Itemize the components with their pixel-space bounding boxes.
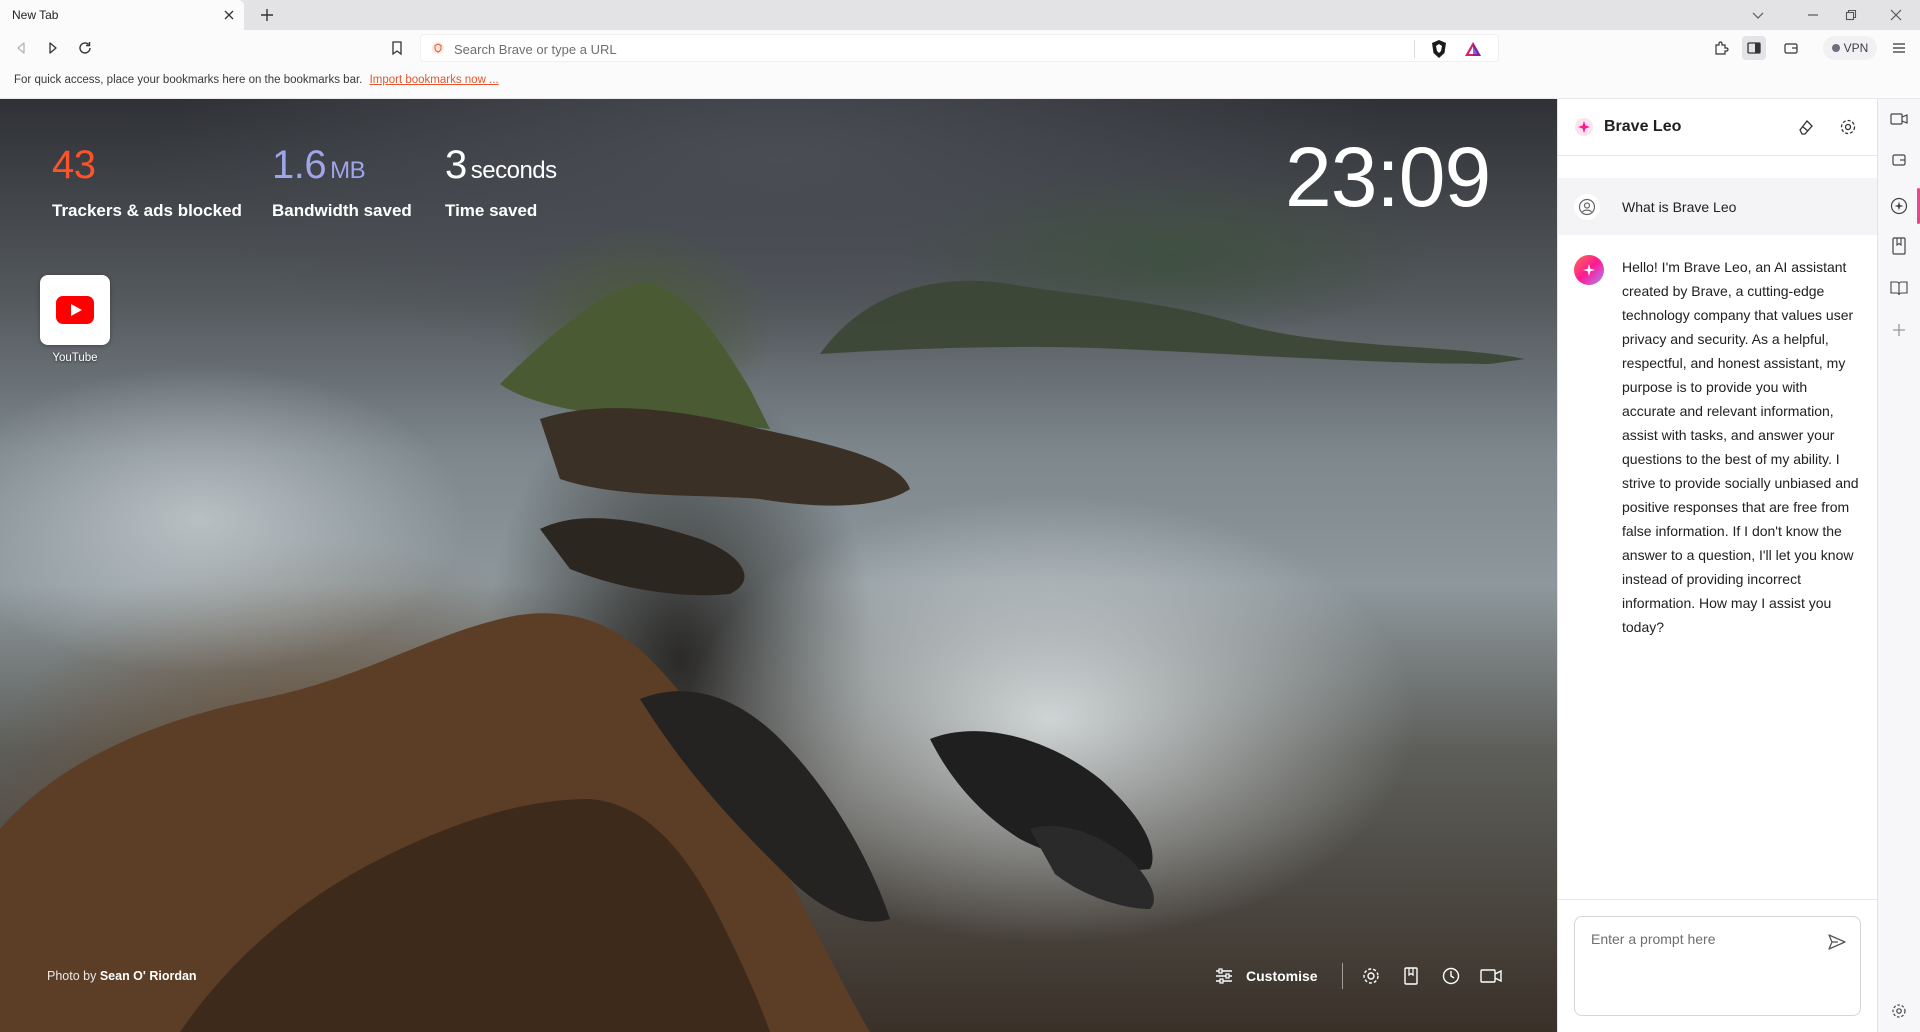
sidebar-bookmarks-icon[interactable]: [1887, 234, 1911, 258]
photo-credit-prefix: Photo by: [47, 969, 97, 983]
sidebar-brave-talk-icon[interactable]: [1887, 107, 1911, 131]
sidebar-add-icon[interactable]: [1887, 318, 1911, 342]
bookmarks-icon[interactable]: [1399, 964, 1423, 988]
time-unit: seconds: [470, 157, 557, 184]
sidebar-wallet-icon[interactable]: [1887, 148, 1911, 172]
bookmark-icon[interactable]: [385, 36, 409, 60]
leo-panel: Brave Leo What is Brave Leo Hello! I'm B…: [1557, 99, 1878, 1032]
reload-button[interactable]: [73, 36, 97, 60]
vpn-button[interactable]: VPN: [1823, 36, 1877, 60]
forward-button[interactable]: [41, 36, 65, 60]
bandwidth-value-row: 1.6 MB: [272, 145, 412, 185]
settings-gear-icon[interactable]: [1359, 964, 1383, 988]
wallet-icon[interactable]: [1779, 36, 1803, 60]
leo-response-text: Hello! I'm Brave Leo, an AI assistant cr…: [1622, 259, 1859, 635]
trackers-count: 43: [52, 143, 96, 187]
bookmarks-hint-text: For quick access, place your bookmarks h…: [14, 74, 363, 86]
leo-avatar-icon: [1574, 255, 1604, 285]
bookmarks-bar: For quick access, place your bookmarks h…: [0, 66, 1920, 99]
youtube-icon: [56, 296, 94, 324]
close-window-button[interactable]: [1885, 4, 1907, 26]
photo-credit-author: Sean O' Riordan: [99, 969, 197, 983]
tab-search-chevron-icon[interactable]: [1747, 4, 1769, 26]
user-message-text: What is Brave Leo: [1622, 199, 1737, 215]
top-site-youtube[interactable]: YouTube: [40, 275, 110, 364]
customise-label: Customise: [1246, 968, 1318, 984]
leo-settings-icon[interactable]: [1836, 115, 1860, 139]
tab-close-icon[interactable]: [220, 6, 238, 24]
ntp-footer: Customise: [1214, 961, 1503, 991]
user-avatar-icon: [1574, 194, 1600, 220]
brave-shields-icon[interactable]: [1430, 39, 1448, 59]
menu-icon[interactable]: [1887, 36, 1911, 60]
tab-strip: New Tab: [0, 0, 1920, 30]
top-site-tile[interactable]: [40, 275, 110, 345]
clock: 23:09: [1285, 130, 1491, 224]
bandwidth-unit: MB: [330, 157, 366, 184]
leo-header: Brave Leo: [1558, 99, 1878, 156]
restore-button[interactable]: [1840, 4, 1862, 26]
history-icon[interactable]: [1439, 964, 1463, 988]
sidebar-reading-list-icon[interactable]: [1887, 276, 1911, 300]
brave-rewards-icon[interactable]: [1464, 40, 1482, 58]
prompt-input[interactable]: Enter a prompt here: [1574, 916, 1861, 1016]
tab-title: New Tab: [12, 8, 59, 22]
background-photo: [0, 280, 1525, 1032]
stat-bandwidth: 1.6 MB Bandwidth saved: [272, 145, 412, 221]
vpn-label: VPN: [1843, 41, 1869, 55]
bandwidth-label: Bandwidth saved: [272, 201, 412, 220]
sidebar-settings-icon[interactable]: [1887, 999, 1911, 1023]
leo-logo-icon: [1574, 117, 1594, 137]
omnibox-divider: [1414, 40, 1415, 58]
minimize-button[interactable]: [1802, 4, 1824, 26]
time-label: Time saved: [445, 201, 538, 220]
import-bookmarks-link[interactable]: Import bookmarks now ...: [370, 74, 499, 86]
toolbar: Search Brave or type a URL VPN: [0, 30, 1920, 66]
leo-title: Brave Leo: [1604, 118, 1682, 135]
sliders-icon: [1214, 966, 1234, 986]
search-engine-icon: [431, 41, 445, 55]
erase-conversation-icon[interactable]: [1794, 115, 1818, 139]
brave-talk-icon[interactable]: [1479, 964, 1503, 988]
send-icon[interactable]: [1826, 931, 1850, 955]
photo-credit[interactable]: Photo by Sean O' Riordan: [47, 969, 197, 983]
top-site-label: YouTube: [52, 352, 98, 364]
time-value-row: 3 seconds: [445, 145, 557, 185]
prompt-placeholder: Enter a prompt here: [1591, 931, 1716, 947]
extensions-icon[interactable]: [1709, 36, 1733, 60]
omnibox-placeholder: Search Brave or type a URL: [454, 42, 617, 57]
stat-trackers: 43 Trackers & ads blocked: [52, 145, 242, 221]
right-sidebar: [1877, 99, 1920, 1032]
leo-user-message: What is Brave Leo: [1558, 178, 1878, 235]
stat-time: 3 seconds Time saved: [445, 145, 557, 221]
bookmarks-bar-message: For quick access, place your bookmarks h…: [14, 74, 499, 86]
tab-new-tab[interactable]: New Tab: [0, 0, 244, 30]
leo-input-area: Enter a prompt here: [1558, 899, 1878, 1032]
trackers-label: Trackers & ads blocked: [52, 201, 242, 220]
vpn-status-icon: [1831, 44, 1840, 52]
new-tab-page: 43 Trackers & ads blocked 1.6 MB Bandwidt…: [0, 99, 1557, 1032]
customise-button[interactable]: Customise: [1214, 963, 1343, 989]
bandwidth-value: 1.6: [272, 143, 327, 187]
sidebar-toggle-button[interactable]: [1742, 36, 1766, 60]
omnibox[interactable]: Search Brave or type a URL: [420, 34, 1499, 62]
back-button[interactable]: [9, 36, 33, 60]
sidebar-leo-icon[interactable]: [1887, 194, 1911, 218]
time-value: 3: [445, 143, 467, 187]
new-tab-button[interactable]: [256, 4, 278, 26]
